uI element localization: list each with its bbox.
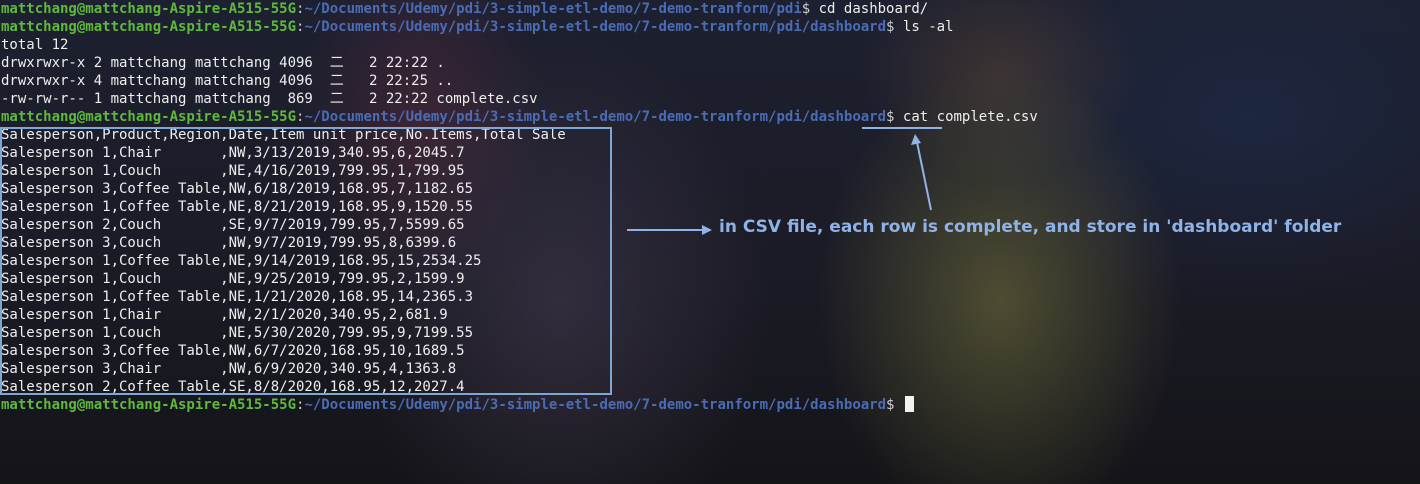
annotation-arrows	[627, 134, 932, 235]
up-arrowhead-icon	[911, 134, 921, 145]
up-arrow-icon	[916, 141, 932, 211]
annotation-note: in CSV file, each row is complete, and s…	[719, 217, 1342, 237]
right-arrowhead-icon	[702, 225, 712, 235]
